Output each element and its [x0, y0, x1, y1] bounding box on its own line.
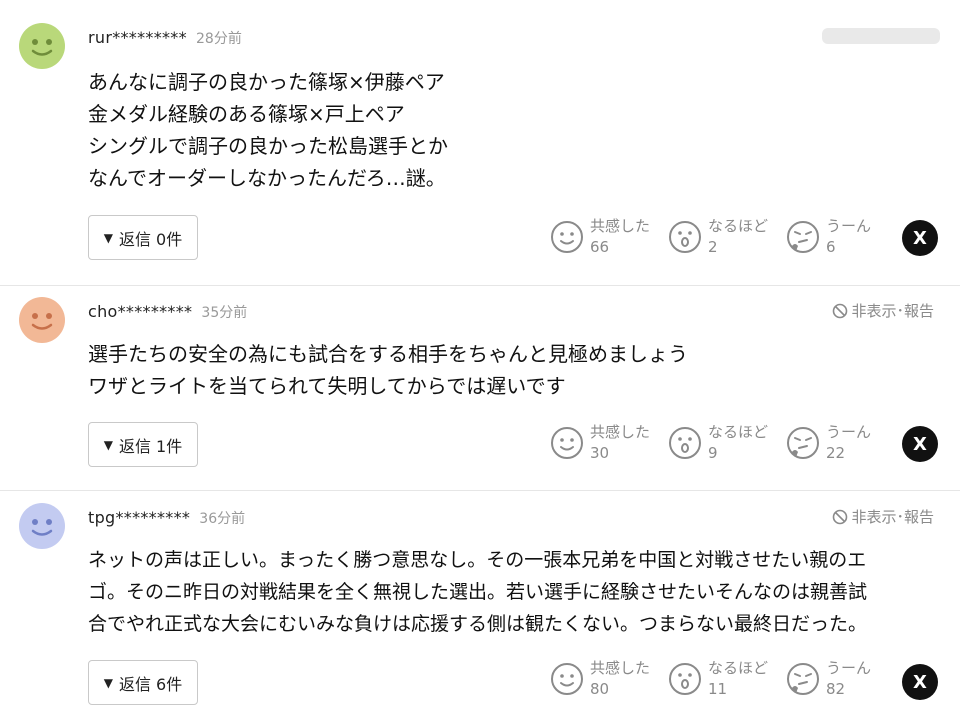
thinking-face-icon [787, 221, 819, 253]
uun-count: 22 [826, 444, 846, 462]
naruhodo-count: 11 [708, 680, 728, 698]
empathy-count: 80 [590, 680, 610, 698]
x-logo-icon: X [913, 227, 927, 249]
empathy-button[interactable]: 共感した 80 [550, 658, 668, 700]
x-logo-icon: X [913, 433, 927, 455]
thinking-face-icon [787, 663, 819, 695]
hide-report-label: 非表示･報告 [851, 302, 934, 320]
avatar[interactable] [18, 296, 66, 344]
naruhodo-button[interactable]: なるほど 9 [668, 422, 786, 464]
empathy-label: 共感した [590, 423, 651, 441]
comment-time: 35分前 [201, 305, 248, 321]
surprised-face-icon [669, 663, 701, 695]
comment-line: ゴ。そのニ昨日の対戦結果を全く無視した選出。若い選手に経験させたいそんなのは親善… [88, 581, 868, 603]
divider [0, 285, 960, 286]
empathy-label: 共感した [590, 217, 651, 235]
reaction-bar: 共感した 66 なるほど 2 うーん 6 [550, 216, 904, 258]
reaction-bar: 共感した 80 なるほど 11 うーん 82 [550, 658, 904, 700]
smile-face-icon [551, 427, 583, 459]
no-entry-icon [833, 303, 848, 318]
uun-count: 6 [826, 238, 836, 256]
uun-label: うーん [826, 659, 872, 677]
smiley-avatar-icon [19, 23, 65, 69]
comment-item: tpg********* 36分前 非表示･報告 ネットの声は正しい。まったく勝… [0, 502, 960, 708]
uun-label: うーん [826, 423, 872, 441]
empathy-count: 66 [590, 238, 610, 256]
avatar[interactable] [18, 502, 66, 550]
reply-toggle-button[interactable]: ▼ 返信 0件 [88, 215, 198, 260]
uun-button[interactable]: うーん 82 [786, 658, 904, 700]
empathy-label: 共感した [590, 659, 651, 677]
comment-line: なんでオーダーしなかったんだろ…謎。 [88, 166, 446, 190]
naruhodo-button[interactable]: なるほど 11 [668, 658, 786, 700]
comment-item: rur********* 28分前 あんなに調子の良かった篠塚×伊藤ペア 金メダ… [0, 22, 960, 272]
divider [0, 490, 960, 491]
comment-body: ネットの声は正しい。まったく勝つ意思なし。その一張本兄弟を中国と対戦させたい親の… [88, 544, 867, 640]
uun-button[interactable]: うーん 6 [786, 216, 904, 258]
caret-down-icon: ▼ [103, 675, 113, 690]
hide-report-label: 非表示･報告 [851, 508, 934, 526]
hide-report-link[interactable]: 非表示･報告 [832, 300, 934, 321]
naruhodo-count: 9 [708, 444, 718, 462]
empathy-button[interactable]: 共感した 66 [550, 216, 668, 258]
comment-line: 選手たちの安全の為にも試合をする相手をちゃんと見極めましょう [88, 342, 688, 366]
comment-body: あんなに調子の良かった篠塚×伊藤ペア 金メダル経験のある篠塚×戸上ペア シングル… [88, 66, 448, 194]
reply-count-label: 返信 1件 [118, 436, 183, 456]
comment-line: ネットの声は正しい。まったく勝つ意思なし。その一張本兄弟を中国と対戦させたい親の… [88, 549, 867, 571]
uun-button[interactable]: うーん 22 [786, 422, 904, 464]
x-logo-icon: X [913, 671, 927, 693]
surprised-face-icon [669, 427, 701, 459]
comment-line: シングルで調子の良かった松島選手とか [88, 134, 448, 158]
comment-line: あんなに調子の良かった篠塚×伊藤ペア [88, 70, 445, 94]
reply-count-label: 返信 6件 [118, 674, 183, 694]
naruhodo-label: なるほど [708, 423, 769, 441]
uun-count: 82 [826, 680, 846, 698]
empathy-button[interactable]: 共感した 30 [550, 422, 668, 464]
comment-line: 金メダル経験のある篠塚×戸上ペア [88, 102, 405, 126]
comment-item: cho********* 35分前 非表示･報告 選手たちの安全の為にも試合をす… [0, 296, 960, 476]
reply-toggle-button[interactable]: ▼ 返信 6件 [88, 660, 198, 705]
smile-face-icon [551, 663, 583, 695]
caret-down-icon: ▼ [103, 437, 113, 452]
reaction-bar: 共感した 30 なるほど 9 うーん 22 [550, 422, 904, 464]
smiley-avatar-icon [19, 297, 65, 343]
caret-down-icon: ▼ [103, 230, 113, 245]
comment-time: 28分前 [196, 31, 242, 47]
comment-line: ワザとライトを当てられて失明してからでは遅いです [88, 374, 566, 398]
comment-time: 36分前 [199, 511, 246, 527]
smiley-avatar-icon [19, 503, 65, 549]
empathy-count: 30 [590, 444, 610, 462]
naruhodo-count: 2 [708, 238, 718, 256]
no-entry-icon [833, 509, 848, 524]
comment-body: 選手たちの安全の為にも試合をする相手をちゃんと見極めましょう ワザとライトを当て… [88, 338, 688, 402]
avatar[interactable] [18, 22, 66, 70]
naruhodo-label: なるほど [708, 217, 769, 235]
smile-face-icon [551, 221, 583, 253]
hide-report-link[interactable]: 非表示･報告 [832, 506, 934, 527]
comment-username[interactable]: tpg********* [88, 508, 190, 527]
share-x-button[interactable]: X [902, 664, 938, 700]
comment-username[interactable]: cho********* [88, 302, 192, 321]
reply-count-label: 返信 0件 [118, 229, 183, 249]
share-x-button[interactable]: X [902, 220, 938, 256]
surprised-face-icon [669, 221, 701, 253]
reply-toggle-button[interactable]: ▼ 返信 1件 [88, 422, 198, 467]
comment-line: 合でやれ正式な大会にむいみな負けは応援する側は観たくない。つまらない最終日だった… [88, 613, 868, 635]
share-x-button[interactable]: X [902, 426, 938, 462]
naruhodo-button[interactable]: なるほど 2 [668, 216, 786, 258]
comment-username[interactable]: rur********* [88, 28, 187, 47]
uun-label: うーん [826, 217, 872, 235]
thinking-face-icon [787, 427, 819, 459]
naruhodo-label: なるほど [708, 659, 769, 677]
